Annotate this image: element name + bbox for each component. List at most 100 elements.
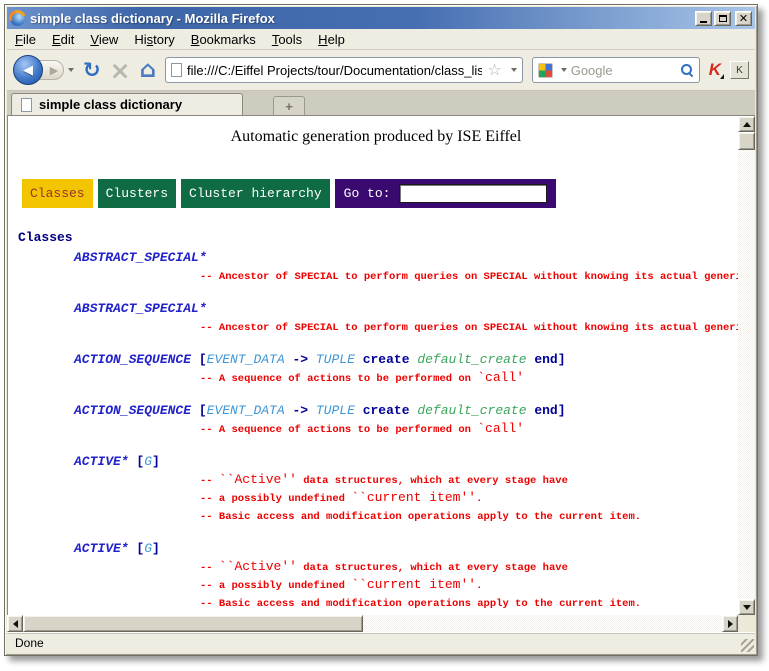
- home-button[interactable]: ⌂: [140, 59, 156, 82]
- class-entry: ACTION_SEQUENCE [EVENT_DATA -> TUPLE cre…: [14, 402, 738, 438]
- eiffel-keyword: end: [527, 403, 558, 418]
- resize-grip-icon[interactable]: [741, 639, 754, 652]
- scroll-down-button[interactable]: [738, 599, 755, 615]
- search-icon[interactable]: [680, 63, 694, 77]
- page-button-classes[interactable]: Classes: [22, 179, 93, 208]
- scroll-right-button[interactable]: [722, 615, 738, 632]
- eiffel-keyword: create: [355, 403, 417, 418]
- reload-button[interactable]: ↻: [83, 60, 101, 81]
- menu-edit[interactable]: Edit: [44, 30, 82, 49]
- history-dropdown-icon[interactable]: [68, 68, 74, 72]
- titlebar: simple class dictionary - Mozilla Firefo…: [7, 7, 755, 29]
- arrow-right-icon: [728, 620, 733, 628]
- comment-code: ``Active'': [219, 559, 297, 574]
- menu-help[interactable]: Help: [310, 30, 353, 49]
- window-title: simple class dictionary - Mozilla Firefo…: [30, 11, 690, 26]
- comment-text: -- Ancestor of SPECIAL to perform querie…: [200, 271, 738, 283]
- class-name-link[interactable]: ACTION_SEQUENCE: [74, 403, 191, 418]
- comment-code: `call': [477, 421, 524, 436]
- menu-view[interactable]: View: [82, 30, 126, 49]
- navigation-toolbar: ◀ ▶ ↻ × ⌂ ☆ K K: [7, 50, 755, 91]
- class-entry: ACTION_SEQUENCE [EVENT_DATA -> TUPLE cre…: [14, 351, 738, 387]
- comment-text: -- A sequence of actions to be performed…: [200, 373, 477, 385]
- class-name-link[interactable]: ABSTRACT_SPECIAL*: [74, 301, 207, 316]
- menu-tools[interactable]: Tools: [264, 30, 310, 49]
- class-signature: ABSTRACT_SPECIAL*: [74, 249, 738, 267]
- class-signature: ACTIVE* [G]: [74, 453, 738, 471]
- eiffel-keyword: [: [191, 403, 207, 418]
- vertical-scrollbar[interactable]: [738, 116, 755, 615]
- kaspersky-toolbar-button[interactable]: K: [730, 61, 749, 79]
- class-comment-line: -- A sequence of actions to be performed…: [200, 420, 738, 438]
- tab-label: simple class dictionary: [39, 97, 182, 112]
- comment-text: -- Basic access and modification operati…: [200, 598, 641, 610]
- firefox-window: simple class dictionary - Mozilla Firefo…: [4, 4, 758, 656]
- search-input[interactable]: [571, 63, 676, 78]
- location-dropdown-icon[interactable]: [511, 68, 517, 72]
- page-button-cluster-hierarchy[interactable]: Cluster hierarchy: [181, 179, 330, 208]
- class-signature: ABSTRACT_SPECIAL*: [74, 300, 738, 318]
- location-bar: ☆: [165, 57, 523, 83]
- maximize-button[interactable]: [714, 11, 731, 26]
- eiffel-keyword: ]: [558, 352, 566, 367]
- class-comment-line: -- a possibly undefined ``current item''…: [200, 576, 738, 594]
- class-signature: ACTION_SEQUENCE [EVENT_DATA -> TUPLE cre…: [74, 351, 738, 369]
- horizontal-scrollbar-row: [7, 615, 755, 632]
- eiffel-keyword: ]: [152, 454, 160, 469]
- goto-input[interactable]: [399, 184, 547, 203]
- comment-text: -- A sequence of actions to be performed…: [200, 424, 477, 436]
- comment-code: `call': [477, 370, 524, 385]
- new-tab-button[interactable]: +: [273, 96, 305, 115]
- search-box: [532, 57, 700, 83]
- class-entry: ABSTRACT_SPECIAL* -- Ancestor of SPECIAL …: [14, 300, 738, 336]
- firefox-icon: [10, 11, 25, 26]
- menu-bookmarks[interactable]: Bookmarks: [183, 30, 264, 49]
- eiffel-keyword: end: [527, 352, 558, 367]
- eiffel-keyword: ->: [285, 352, 316, 367]
- status-text: Done: [15, 636, 44, 650]
- class-list: ABSTRACT_SPECIAL* -- Ancestor of SPECIAL …: [14, 249, 738, 615]
- class-entry: ABSTRACT_SPECIAL* -- Ancestor of SPECIAL …: [14, 249, 738, 285]
- close-button[interactable]: ✕: [735, 11, 752, 26]
- horizontal-scroll-track[interactable]: [363, 615, 722, 632]
- class-entry: ACTIVE* [G]-- ``Active'' data structures…: [14, 540, 738, 612]
- page-button-clusters[interactable]: Clusters: [98, 179, 176, 208]
- comment-code: ``current item'': [351, 490, 476, 505]
- tab-simple-class-dictionary[interactable]: simple class dictionary: [11, 93, 243, 115]
- url-input[interactable]: [187, 63, 482, 78]
- horizontal-scrollbar[interactable]: [7, 615, 738, 632]
- search-engine-dropdown-icon[interactable]: [561, 68, 567, 72]
- class-name-link[interactable]: ACTION_SEQUENCE: [74, 352, 191, 367]
- scroll-up-button[interactable]: [738, 116, 755, 132]
- bookmark-star-icon[interactable]: ☆: [487, 62, 501, 78]
- class-name-link[interactable]: ACTIVE*: [74, 541, 129, 556]
- generic-parameter: TUPLE: [316, 403, 355, 418]
- google-logo-icon: [538, 63, 553, 78]
- back-button[interactable]: ◀: [13, 55, 43, 85]
- comment-text: .: [476, 493, 482, 505]
- menu-file[interactable]: File: [7, 30, 44, 49]
- horizontal-scroll-thumb[interactable]: [23, 615, 363, 632]
- generic-parameter: EVENT_DATA: [207, 403, 285, 418]
- class-comment-line: -- Ancestor of SPECIAL to perform querie…: [200, 267, 738, 285]
- class-name-link[interactable]: ACTIVE*: [74, 454, 129, 469]
- eiffel-keyword: [: [191, 352, 207, 367]
- vertical-scroll-thumb[interactable]: [738, 132, 755, 150]
- class-name-link[interactable]: ABSTRACT_SPECIAL*: [74, 250, 207, 265]
- browser-viewport: Automatic generation produced by ISE Eif…: [7, 116, 755, 615]
- eiffel-keyword: ->: [285, 403, 316, 418]
- class-comment-line: -- ``Active'' data structures, which at …: [200, 471, 738, 489]
- stop-button[interactable]: ×: [110, 58, 131, 83]
- kaspersky-icon[interactable]: K: [709, 60, 721, 80]
- eiffel-keyword: ]: [152, 541, 160, 556]
- comment-text: -- Ancestor of SPECIAL to perform querie…: [200, 322, 738, 334]
- scroll-left-button[interactable]: [7, 615, 23, 632]
- vertical-scroll-track[interactable]: [738, 150, 755, 599]
- eiffel-keyword: [: [129, 541, 145, 556]
- page-title: Automatic generation produced by ISE Eif…: [14, 128, 738, 146]
- class-comment-line: -- A sequence of actions to be performed…: [200, 369, 738, 387]
- menu-history[interactable]: History: [126, 30, 182, 49]
- page-favicon: [171, 63, 182, 77]
- minimize-button[interactable]: [695, 11, 712, 26]
- class-comment-line: -- Basic access and modification operati…: [200, 594, 738, 612]
